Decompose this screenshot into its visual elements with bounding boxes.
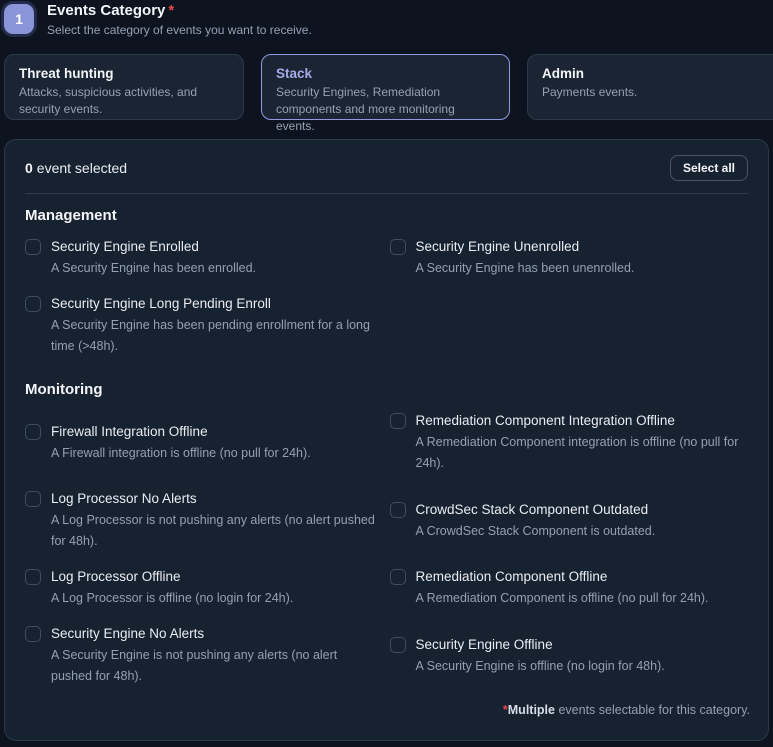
group-heading-management: Management — [25, 207, 748, 224]
checkbox[interactable] — [25, 296, 41, 312]
event-text: Security Engine Enrolled A Security Engi… — [51, 238, 264, 279]
event-text: Firewall Integration Offline A Firewall … — [51, 423, 319, 464]
checkbox[interactable] — [390, 637, 406, 653]
event-item-security-engine-long-pending-enroll[interactable]: Security Engine Long Pending Enroll A Se… — [25, 295, 384, 357]
page-subtitle: Select the category of events you want t… — [47, 23, 312, 37]
event-title: Firewall Integration Offline — [51, 423, 311, 441]
event-description: A Remediation Component integration is o… — [416, 432, 741, 474]
event-title: Log Processor Offline — [51, 568, 293, 586]
checkbox[interactable] — [390, 569, 406, 585]
event-text: Security Engine No Alerts A Security Eng… — [51, 625, 384, 687]
event-title: Security Engine Enrolled — [51, 238, 256, 256]
event-text: Remediation Component Offline A Remediat… — [416, 568, 717, 609]
checkbox[interactable] — [390, 502, 406, 518]
event-description: A Log Processor is not pushing any alert… — [51, 510, 376, 552]
event-text: Security Engine Offline A Security Engin… — [416, 636, 673, 677]
event-item-security-engine-enrolled[interactable]: Security Engine Enrolled A Security Engi… — [25, 238, 384, 279]
event-item-remediation-component-integration-offline[interactable]: Remediation Component Integration Offlin… — [390, 412, 749, 474]
event-description: A Security Engine has been pending enrol… — [51, 315, 376, 357]
page-title-text: Events Category — [47, 2, 165, 19]
event-item-security-engine-no-alerts[interactable]: Security Engine No Alerts A Security Eng… — [25, 625, 384, 687]
checkbox[interactable] — [25, 491, 41, 507]
event-description: A Security Engine is offline (no login f… — [416, 656, 665, 677]
selection-count-row: 0event selected Select all — [21, 153, 752, 181]
event-item-log-processor-offline[interactable]: Log Processor Offline A Log Processor is… — [25, 568, 384, 609]
event-description: A Firewall integration is offline (no pu… — [51, 443, 311, 464]
event-description: A CrowdSec Stack Component is outdated. — [416, 521, 656, 542]
event-title: Security Engine Long Pending Enroll — [51, 295, 376, 313]
select-all-button[interactable]: Select all — [670, 155, 748, 181]
checkbox[interactable] — [25, 424, 41, 440]
checkbox[interactable] — [25, 239, 41, 255]
required-asterisk: * — [168, 2, 174, 19]
selected-count-label: event selected — [37, 160, 127, 176]
event-item-log-processor-no-alerts[interactable]: Log Processor No Alerts A Log Processor … — [25, 490, 384, 552]
event-item-security-engine-offline[interactable]: Security Engine Offline A Security Engin… — [390, 636, 749, 677]
category-description: Security Engines, Remediation components… — [276, 84, 495, 135]
event-title: Security Engine Unenrolled — [416, 238, 635, 256]
event-text: Log Processor No Alerts A Log Processor … — [51, 490, 384, 552]
category-card-admin[interactable]: Admin Payments events. — [527, 54, 773, 120]
event-item-remediation-component-offline[interactable]: Remediation Component Offline A Remediat… — [390, 568, 749, 609]
selection-count-text: 0event selected — [25, 160, 127, 176]
checkbox[interactable] — [390, 413, 406, 429]
category-card-stack[interactable]: Stack Security Engines, Remediation comp… — [261, 54, 510, 120]
page-title: Events Category* — [47, 2, 312, 20]
management-event-grid: Security Engine Enrolled A Security Engi… — [21, 238, 752, 357]
events-selection-panel: 0event selected Select all Management Se… — [4, 139, 769, 741]
step-number-badge: 1 — [4, 4, 34, 34]
selected-count: 0 — [25, 160, 33, 176]
page-header: 1 Events Category* Select the category o… — [0, 0, 773, 37]
checkbox[interactable] — [390, 239, 406, 255]
event-title: Security Engine Offline — [416, 636, 665, 654]
checkbox[interactable] — [25, 569, 41, 585]
event-description: A Log Processor is offline (no login for… — [51, 588, 293, 609]
event-title: CrowdSec Stack Component Outdated — [416, 501, 656, 519]
category-card-threat-hunting[interactable]: Threat hunting Attacks, suspicious activ… — [4, 54, 244, 120]
category-description: Attacks, suspicious activities, and secu… — [19, 84, 229, 118]
category-title: Threat hunting — [19, 66, 229, 81]
group-heading-monitoring: Monitoring — [25, 381, 748, 398]
footer-bold-text: Multiple — [508, 703, 555, 717]
checkbox[interactable] — [25, 626, 41, 642]
event-description: A Security Engine has been enrolled. — [51, 258, 256, 279]
footer-text: events selectable for this category. — [555, 703, 750, 717]
event-text: Security Engine Long Pending Enroll A Se… — [51, 295, 384, 357]
divider — [25, 193, 748, 194]
event-text: Security Engine Unenrolled A Security En… — [416, 238, 643, 279]
category-title: Admin — [542, 66, 772, 81]
category-card-row: Threat hunting Attacks, suspicious activ… — [0, 54, 773, 120]
event-text: Log Processor Offline A Log Processor is… — [51, 568, 301, 609]
event-text: Remediation Component Integration Offlin… — [416, 412, 749, 474]
event-title: Remediation Component Integration Offlin… — [416, 412, 741, 430]
event-item-firewall-integration-offline[interactable]: Firewall Integration Offline A Firewall … — [25, 423, 384, 464]
event-item-security-engine-unenrolled[interactable]: Security Engine Unenrolled A Security En… — [390, 238, 749, 279]
panel-footer-note: *Multiple events selectable for this cat… — [21, 703, 752, 717]
category-title: Stack — [276, 66, 495, 81]
monitoring-event-grid: Firewall Integration Offline A Firewall … — [21, 412, 752, 687]
event-title: Remediation Component Offline — [416, 568, 709, 586]
category-description: Payments events. — [542, 84, 772, 101]
event-item-crowdsec-stack-component-outdated[interactable]: CrowdSec Stack Component Outdated A Crow… — [390, 501, 749, 542]
events-category-page: 1 Events Category* Select the category o… — [0, 0, 773, 747]
event-description: A Security Engine is not pushing any ale… — [51, 645, 376, 687]
event-title: Log Processor No Alerts — [51, 490, 376, 508]
header-text: Events Category* Select the category of … — [47, 2, 312, 37]
event-title: Security Engine No Alerts — [51, 625, 376, 643]
event-description: A Security Engine has been unenrolled. — [416, 258, 635, 279]
event-text: CrowdSec Stack Component Outdated A Crow… — [416, 501, 664, 542]
event-description: A Remediation Component is offline (no p… — [416, 588, 709, 609]
